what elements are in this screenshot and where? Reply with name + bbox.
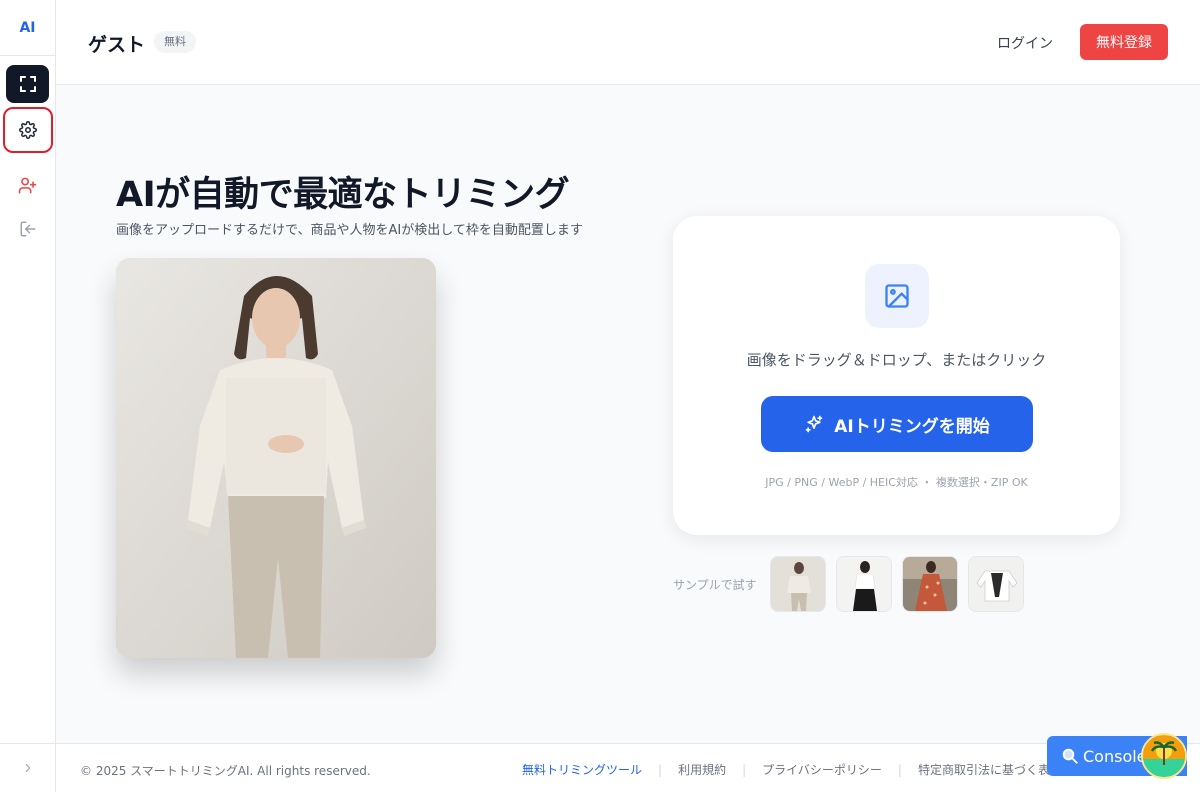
app-logo[interactable]: AI [0,0,55,56]
hero-subtitle: 画像をアップロードするだけで、商品や人物をAIが検出して枠を自動配置します [116,223,583,238]
upload-dropzone[interactable]: 画像をドラッグ＆ドロップ、またはクリック AIトリミングを開始 JPG / PN… [673,216,1120,535]
chevron-right-icon [25,763,30,773]
hero-example-image [116,258,436,658]
start-trimming-button[interactable]: AIトリミングを開始 [761,396,1033,452]
start-trimming-label: AIトリミングを開始 [834,416,990,437]
sidebar-expand-button[interactable] [0,743,55,792]
login-link[interactable]: ログイン [997,33,1053,53]
console-label: Console [1083,746,1147,766]
sidebar-item-login[interactable] [6,210,49,248]
plan-badge: 無料 [154,31,196,53]
sidebar-item-settings[interactable] [3,107,53,153]
footer-link-privacy[interactable]: プライバシーポリシー [762,761,882,778]
upload-hint: 画像をドラッグ＆ドロップ、またはクリック [746,351,1047,369]
copyright: © 2025 スマートトリミングAI. All rights reserved. [80,764,371,778]
user-plus-icon [18,177,37,193]
footer-links: 無料トリミングツール | 利用規約 | プライバシーポリシー | 特定商取引法に… [522,761,1050,778]
gear-icon [19,121,37,139]
footer: © 2025 スマートトリミングAI. All rights reserved.… [56,743,1200,792]
sample-thumb-3[interactable] [902,556,958,612]
upload-icon-container [865,264,929,328]
hero-title: AIが自動で最適なトリミング [116,175,570,215]
footer-link-terms[interactable]: 利用規約 [678,761,726,778]
top-header: ゲスト 無料 ログイン 無料登録 [56,0,1200,85]
footer-separator: | [658,762,663,777]
footer-link-free-tool[interactable]: 無料トリミングツール [522,761,642,778]
sidebar-item-trim[interactable] [6,65,49,103]
user-name: ゲスト [88,34,146,56]
footer-separator: | [742,762,747,777]
footer-link-legal[interactable]: 特定商取引法に基づく表 [918,761,1050,778]
console-avatar[interactable] [1141,733,1187,779]
footer-separator: | [897,762,902,777]
supported-formats: JPG / PNG / WebP / HEIC対応 ・ 複数選択・ZIP OK [765,476,1028,489]
sample-thumb-2[interactable] [836,556,892,612]
sidebar-item-add-user[interactable] [6,166,49,204]
sample-thumb-1[interactable] [770,556,826,612]
magnifier-icon [1062,748,1078,764]
log-in-icon [20,221,35,237]
sidebar: AI [0,0,56,792]
sample-thumb-4[interactable] [968,556,1024,612]
sparkles-icon [805,415,823,433]
image-icon [885,284,909,308]
samples-label: サンプルで試す [673,578,757,592]
scan-frame-icon [19,76,36,92]
signup-button[interactable]: 無料登録 [1080,24,1168,60]
